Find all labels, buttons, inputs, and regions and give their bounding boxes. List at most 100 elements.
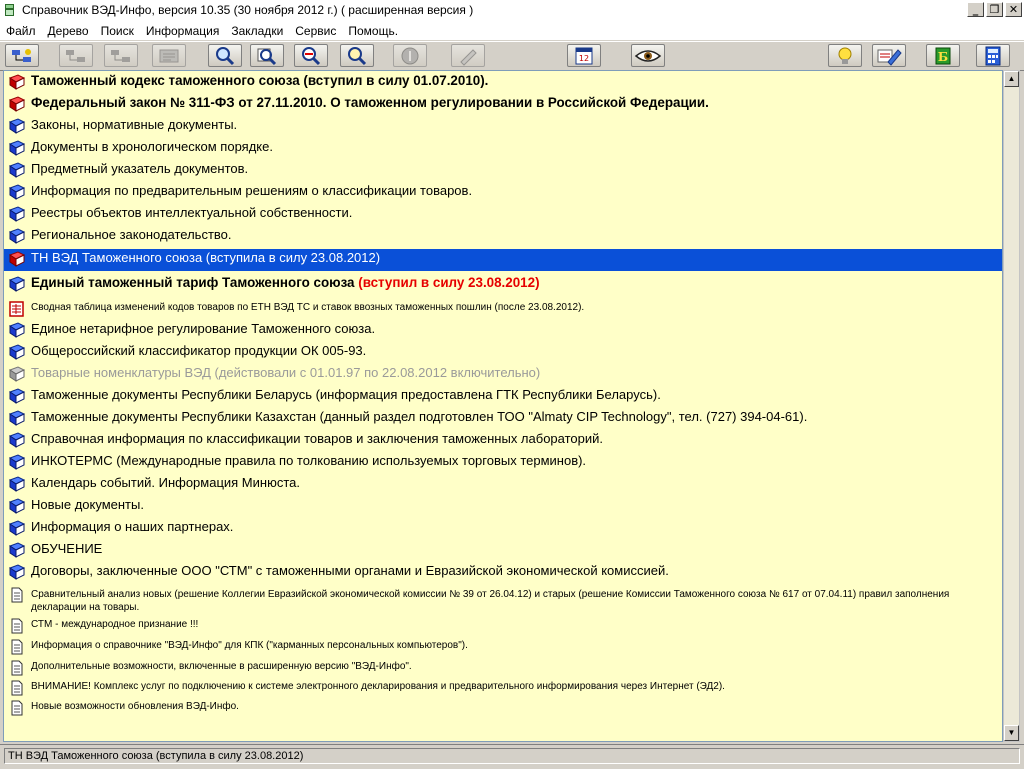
blue-book-icon [8,140,26,156]
eye-icon [634,49,662,62]
calculator-button[interactable] [976,44,1010,67]
restore-button[interactable]: ❐ [986,2,1003,17]
blue-book-icon [8,184,26,200]
document-tree[interactable]: Таможенный кодекс таможенного союза (вст… [3,70,1003,742]
menu-file[interactable]: Файл [0,24,42,38]
tree-item[interactable]: Предметный указатель документов. [4,160,1002,182]
tree-collapse-button[interactable] [59,44,93,67]
notes-button[interactable] [872,44,906,67]
search-button[interactable] [208,44,242,67]
edit-note-button[interactable] [451,44,485,67]
tree-item-label: Единый таможенный тариф Таможенного союз… [31,275,355,290]
blue-book-icon [8,410,26,426]
tree-item[interactable]: Общероссийский классификатор продукции О… [4,342,1002,364]
blue-book-icon [8,388,26,404]
tree-item[interactable]: Сравнительный анализ новых (решение Колл… [4,585,1002,613]
scroll-up-button[interactable]: ▲ [1004,71,1019,87]
info-button[interactable] [393,44,427,67]
document-icon [11,660,23,676]
blue-book-icon [8,454,26,470]
blue-book-icon [8,162,26,178]
gray-book-icon [8,366,26,382]
tree-item[interactable]: Информация о наших партнерах. [4,518,1002,540]
document-icon [11,700,23,716]
tree-item[interactable]: Законы, нормативные документы. [4,116,1002,138]
tree-item[interactable]: Календарь событий. Информация Минюста. [4,474,1002,496]
tree-item[interactable]: Региональное законодательство. [4,226,1002,248]
tree-item[interactable]: Таможенный кодекс таможенного союза (вст… [4,72,1002,94]
blue-book-icon [8,276,26,292]
document-icon [11,639,23,655]
dictionary-button[interactable]: Б [926,44,960,67]
book-b-icon: Б [935,47,951,64]
search-document-button[interactable] [250,44,284,67]
calendar-button[interactable]: 12 [567,44,601,67]
menu-tree[interactable]: Дерево [42,24,95,38]
tree-item[interactable]: Товарные номенклатуры ВЭД (действовали с… [4,364,1002,386]
tree-item[interactable]: Информация по предварительным решениям о… [4,182,1002,204]
tree-item-effective-date: (вступил в силу 23.08.2012) [358,275,540,290]
info-icon [401,47,419,64]
close-button[interactable]: ✕ [1005,2,1022,17]
red-book-icon [8,251,26,267]
window-controls: _ ❐ ✕ [967,2,1022,17]
tree-item[interactable]: ИНКОТЕРМС (Международные правила по толк… [4,452,1002,474]
calendar-icon: 12 [575,47,593,64]
menu-search[interactable]: Поиск [95,24,140,38]
tree-item[interactable]: Таможенные документы Республики Казахста… [4,408,1002,430]
search-document-icon [257,48,277,65]
search-icon [216,46,235,65]
lightbulb-icon [838,47,852,64]
edit-note-icon [460,48,477,66]
tree-item[interactable]: СТМ - международное признание !!! [4,616,1002,636]
tree-item[interactable]: Сводная таблица изменений кодов товаров … [4,299,1002,317]
tree-level-button[interactable] [104,44,138,67]
view-button[interactable] [631,44,665,67]
svg-text:Б: Б [938,50,948,64]
svg-text:12: 12 [579,54,589,63]
red-book-icon [8,96,26,112]
document-info-button[interactable] [152,44,186,67]
title-bar: Справочник ВЭД-Инфо, версия 10.35 (30 но… [0,0,1024,22]
minimize-button[interactable]: _ [967,2,984,17]
search-code-button[interactable] [294,44,328,67]
tree-item[interactable]: Справочная информация по классификации т… [4,430,1002,452]
tree-item[interactable]: Документы в хронологическом порядке. [4,138,1002,160]
blue-book-icon [8,564,26,580]
blue-book-icon [8,476,26,492]
tree-item[interactable]: Новые документы. [4,496,1002,518]
blue-book-icon [8,322,26,338]
toolbar: 12 Б [0,41,1024,71]
tree-item[interactable]: Единый таможенный тариф Таможенного союз… [4,274,1002,296]
tree-item[interactable]: Новые возможности обновления ВЭД-Инфо. [4,698,1002,718]
tree-item[interactable]: Федеральный закон № 311-ФЗ от 27.11.2010… [4,94,1002,116]
tree-item[interactable]: Информация о справочнике "ВЭД-Инфо" для … [4,637,1002,657]
blue-book-icon [8,344,26,360]
tree-item[interactable]: Единое нетарифное регулирование Таможенн… [4,320,1002,342]
menu-help[interactable]: Помощь. [342,24,404,38]
tree-item[interactable]: ОБУЧЕНИЕ [4,540,1002,562]
menu-information[interactable]: Информация [140,24,225,38]
tree-item[interactable]: ВНИМАНИЕ! Комплекс услуг по подключению … [4,678,1002,698]
scroll-down-button[interactable]: ▼ [1004,725,1019,741]
menu-bar: Файл Дерево Поиск Информация Закладки Се… [0,21,1024,40]
menu-service[interactable]: Сервис [289,24,342,38]
tree-item-selected[interactable]: ТН ВЭД Таможенного союза (вступила в сил… [4,249,1002,271]
calculator-icon [985,46,1001,65]
blue-book-icon [8,542,26,558]
tree-item[interactable]: Таможенные документы Республики Беларусь… [4,386,1002,408]
menu-bookmarks[interactable]: Закладки [225,24,289,38]
hint-button[interactable] [828,44,862,67]
vertical-scrollbar[interactable]: ▲ ▼ [1003,70,1020,742]
blue-book-icon [8,432,26,448]
tree-item[interactable]: Реестры объектов интеллектуальной собств… [4,204,1002,226]
tree-expand-button[interactable] [5,44,39,67]
status-bar: ТН ВЭД Таможенного союза (вступила в сил… [0,744,1024,769]
tree-item[interactable]: Договоры, заключенные ООО "СТМ" с таможе… [4,562,1002,584]
app-icon [5,4,14,16]
tree-item[interactable]: Дополнительные возможности, включенные в… [4,658,1002,678]
document-icon [11,587,23,603]
search-link-button[interactable] [340,44,374,67]
search-code-icon [302,46,321,65]
blue-book-icon [8,498,26,514]
